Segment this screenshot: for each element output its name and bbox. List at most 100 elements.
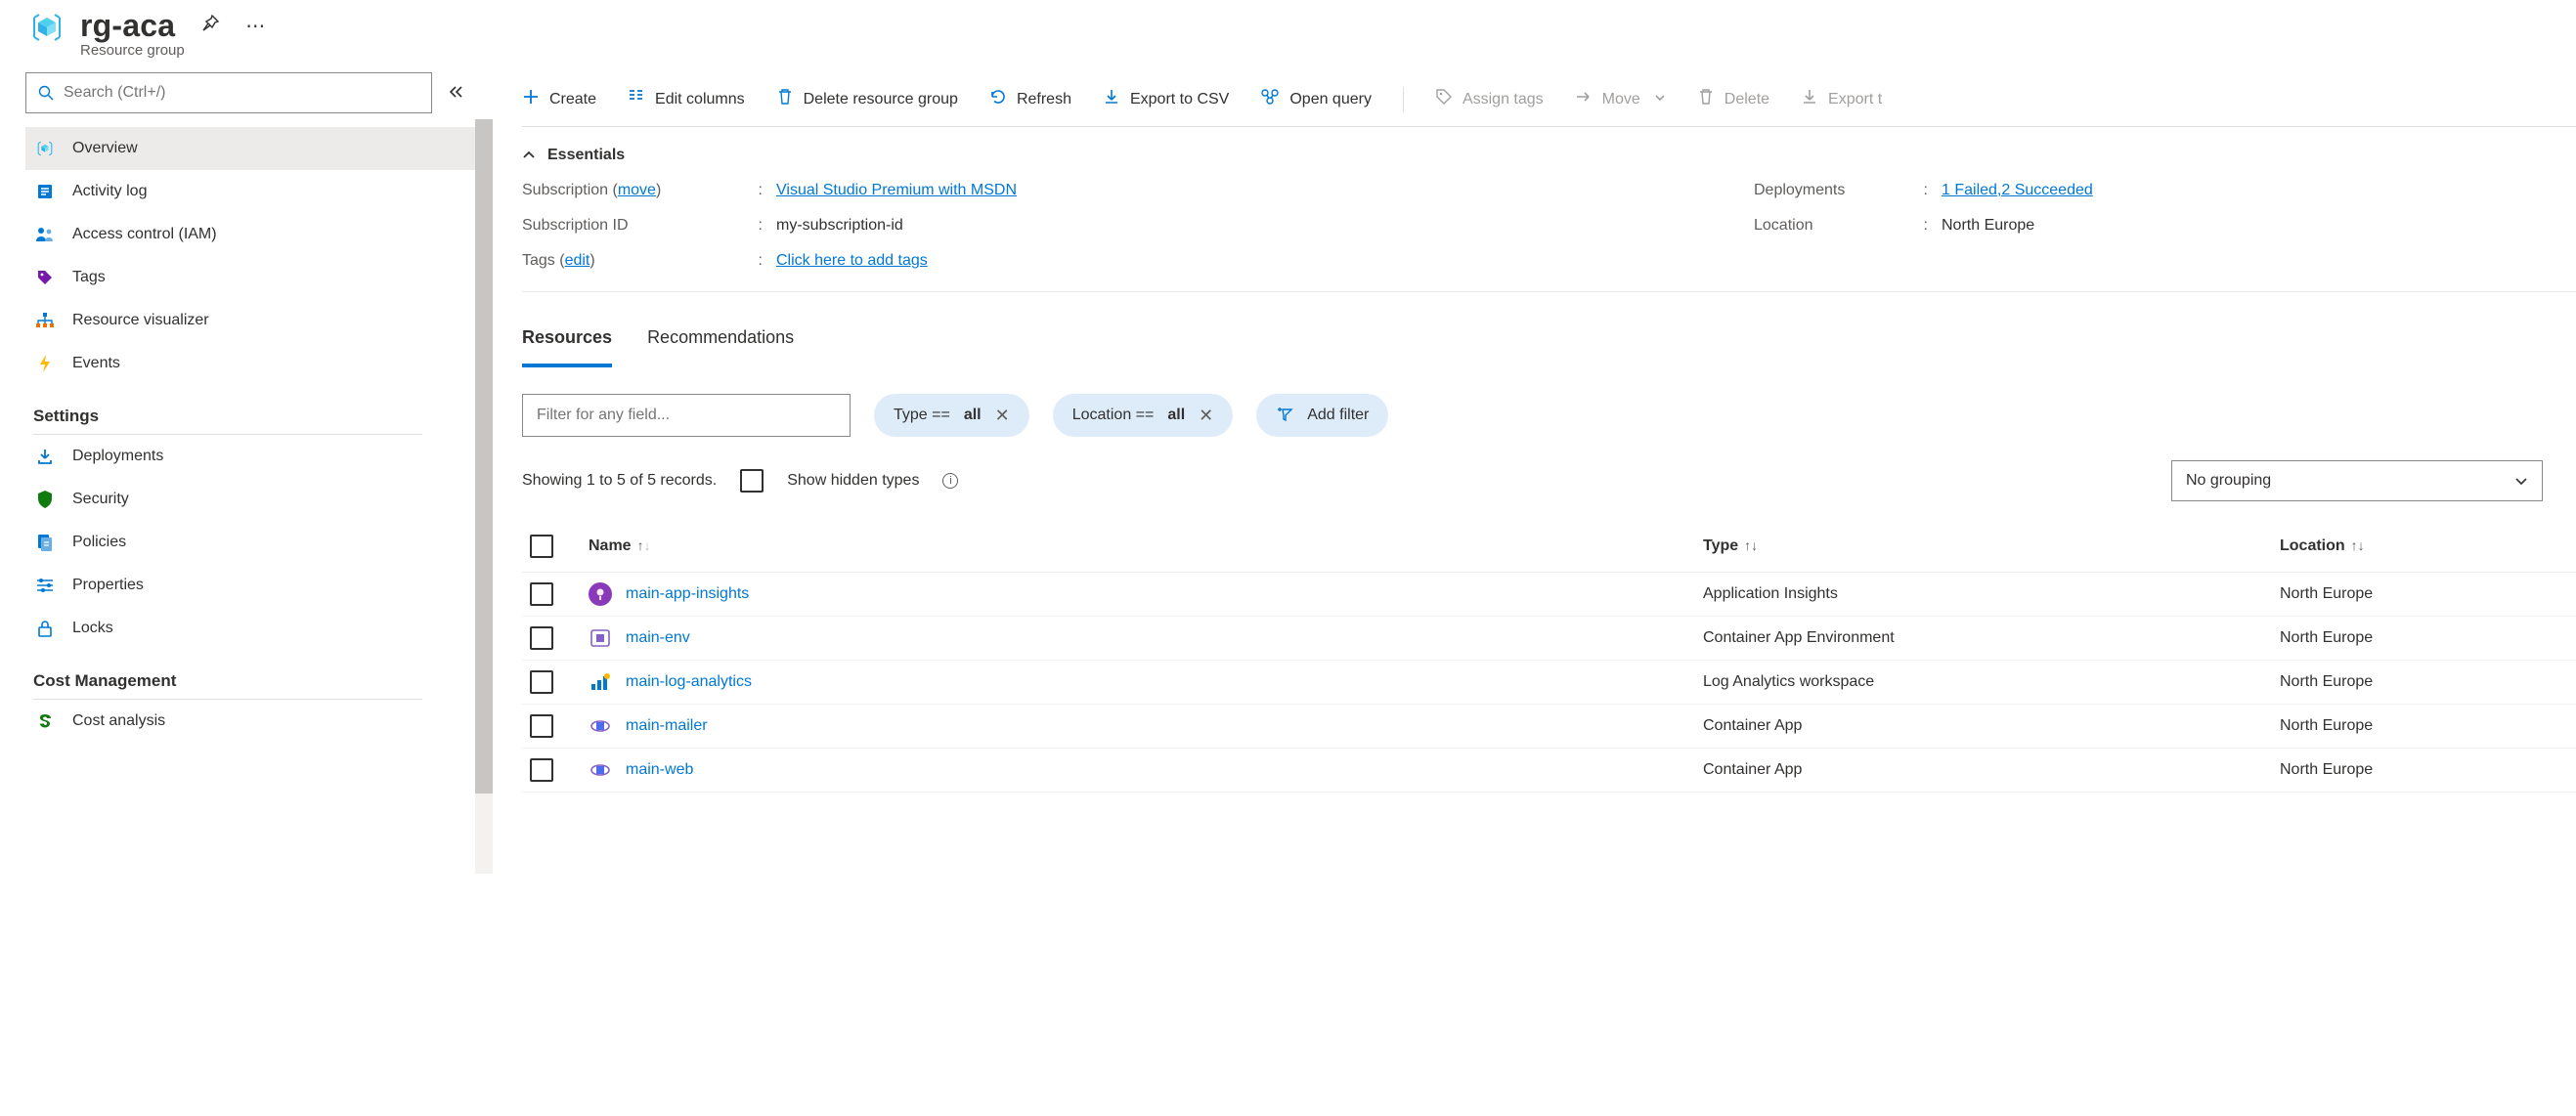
resource-group-icon bbox=[27, 8, 66, 47]
sidebar-search[interactable] bbox=[25, 72, 432, 113]
resource-visualizer-icon bbox=[33, 312, 57, 329]
sidebar-item-events[interactable]: Events bbox=[25, 342, 481, 385]
sidebar-item-label: Overview bbox=[72, 140, 138, 157]
tabs: Resources Recommendations bbox=[522, 318, 2576, 368]
sidebar-item-label: Cost analysis bbox=[72, 712, 165, 730]
create-button[interactable]: Create bbox=[522, 88, 596, 110]
deployments-link[interactable]: 1 Failed,2 Succeeded bbox=[1942, 182, 2093, 198]
scrollbar-thumb[interactable] bbox=[475, 119, 493, 794]
export-csv-button[interactable]: Export to CSV bbox=[1103, 88, 1229, 110]
sidebar-item-access-control[interactable]: Access control (IAM) bbox=[25, 213, 481, 256]
sidebar-item-label: Access control (IAM) bbox=[72, 226, 217, 243]
properties-icon bbox=[33, 578, 57, 593]
add-filter-button[interactable]: Add filter bbox=[1256, 394, 1388, 437]
sidebar-item-label: Events bbox=[72, 355, 120, 372]
sidebar-item-label: Properties bbox=[72, 577, 144, 594]
resource-type: Container App Environment bbox=[1695, 617, 2272, 661]
policies-icon bbox=[33, 533, 57, 552]
essentials-location-val: North Europe bbox=[1942, 217, 2576, 235]
tags-add-link[interactable]: Click here to add tags bbox=[776, 252, 928, 269]
show-hidden-checkbox[interactable] bbox=[740, 469, 764, 493]
resource-link[interactable]: main-app-insights bbox=[626, 585, 749, 603]
row-checkbox[interactable] bbox=[530, 626, 553, 650]
sidebar-item-label: Resource visualizer bbox=[72, 312, 209, 329]
sort-icon: ↑↓ bbox=[2351, 537, 2365, 553]
sort-icon: ↑↓ bbox=[637, 537, 651, 553]
tab-resources[interactable]: Resources bbox=[522, 318, 612, 367]
resource-type: Container App bbox=[1695, 705, 2272, 749]
table-row[interactable]: main-web Container AppNorth Europe bbox=[522, 749, 2576, 793]
sidebar-item-overview[interactable]: Overview bbox=[25, 127, 481, 170]
sidebar-item-locks[interactable]: Locks bbox=[25, 607, 481, 650]
search-icon bbox=[38, 85, 54, 101]
open-query-button[interactable]: Open query bbox=[1260, 88, 1372, 110]
pin-button[interactable] bbox=[200, 14, 220, 39]
column-header-name[interactable]: Name↑↓ bbox=[581, 521, 1695, 573]
subscription-link[interactable]: Visual Studio Premium with MSDN bbox=[776, 182, 1017, 198]
row-checkbox[interactable] bbox=[530, 670, 553, 694]
sidebar-item-tags[interactable]: Tags bbox=[25, 256, 481, 299]
resource-type: Application Insights bbox=[1695, 573, 2272, 617]
essentials-subscription-id-key: Subscription ID: bbox=[522, 217, 776, 235]
sidebar-item-label: Deployments bbox=[72, 448, 163, 465]
resource-location: North Europe bbox=[2272, 749, 2576, 793]
sidebar-item-security[interactable]: Security bbox=[25, 478, 481, 521]
page-header: rg-aca ⋯ Resource group bbox=[0, 0, 2576, 72]
delete-button: Delete bbox=[1697, 88, 1769, 110]
column-header-location[interactable]: Location↑↓ bbox=[2272, 521, 2576, 573]
tags-edit-link[interactable]: edit bbox=[565, 252, 590, 269]
resource-link[interactable]: main-log-analytics bbox=[626, 673, 752, 691]
resource-type: Container App bbox=[1695, 749, 2272, 793]
overview-icon bbox=[33, 139, 57, 158]
table-row[interactable]: main-app-insights Application InsightsNor… bbox=[522, 573, 2576, 617]
sidebar-item-resource-visualizer[interactable]: Resource visualizer bbox=[25, 299, 481, 342]
resource-location: North Europe bbox=[2272, 573, 2576, 617]
assign-tags-button: Assign tags bbox=[1435, 88, 1544, 110]
info-icon[interactable]: i bbox=[942, 473, 958, 489]
edit-columns-button[interactable]: Edit columns bbox=[628, 88, 745, 110]
close-icon[interactable]: ✕ bbox=[995, 406, 1010, 426]
row-checkbox[interactable] bbox=[530, 582, 553, 606]
sidebar-item-deployments[interactable]: Deployments bbox=[25, 435, 481, 478]
export-template-button: Export t bbox=[1801, 88, 1882, 110]
table-row[interactable]: main-log-analyticsLog Analytics workspac… bbox=[522, 661, 2576, 705]
filter-input[interactable] bbox=[522, 394, 851, 437]
tab-recommendations[interactable]: Recommendations bbox=[647, 318, 794, 367]
column-header-type[interactable]: Type↑↓ bbox=[1695, 521, 2272, 573]
sidebar: Overview Activity log Access control (IAM)… bbox=[0, 72, 493, 1116]
subscription-move-link[interactable]: move bbox=[618, 182, 656, 198]
filter-pill-location[interactable]: Location == all✕ bbox=[1053, 394, 1234, 437]
table-row[interactable]: main-mailerContainer AppNorth Europe bbox=[522, 705, 2576, 749]
records-summary-row: Showing 1 to 5 of 5 records. Show hidden… bbox=[522, 460, 2576, 501]
records-summary: Showing 1 to 5 of 5 records. bbox=[522, 472, 717, 490]
row-checkbox[interactable] bbox=[530, 714, 553, 738]
essentials-toggle[interactable]: Essentials bbox=[522, 147, 2576, 164]
collapse-sidebar-button[interactable] bbox=[448, 84, 463, 103]
select-all-checkbox[interactable] bbox=[530, 535, 553, 558]
refresh-button[interactable]: Refresh bbox=[989, 88, 1071, 110]
sidebar-item-cost-analysis[interactable]: Cost analysis bbox=[25, 700, 481, 743]
grouping-select[interactable]: No grouping bbox=[2171, 460, 2543, 501]
sidebar-item-activity-log[interactable]: Activity log bbox=[25, 170, 481, 213]
resource-link[interactable]: main-env bbox=[626, 629, 690, 647]
resource-link[interactable]: main-web bbox=[626, 761, 693, 779]
sidebar-scrollbar[interactable] bbox=[475, 119, 493, 874]
more-button[interactable]: ⋯ bbox=[245, 14, 265, 38]
essentials-subscription-key: Subscription (move): bbox=[522, 182, 776, 199]
table-row[interactable]: main-envContainer App EnvironmentNorth E… bbox=[522, 617, 2576, 661]
filter-bar: Type == all✕ Location == all✕ Add filter bbox=[522, 394, 2576, 437]
delete-resource-group-button[interactable]: Delete resource group bbox=[776, 88, 958, 110]
sidebar-item-label: Activity log bbox=[72, 183, 147, 200]
query-icon bbox=[1260, 88, 1280, 110]
sidebar-search-input[interactable] bbox=[64, 84, 419, 102]
row-checkbox[interactable] bbox=[530, 758, 553, 782]
sidebar-item-properties[interactable]: Properties bbox=[25, 564, 481, 607]
close-icon[interactable]: ✕ bbox=[1199, 406, 1213, 426]
filter-pill-type[interactable]: Type == all✕ bbox=[874, 394, 1029, 437]
sidebar-item-policies[interactable]: Policies bbox=[25, 521, 481, 564]
security-icon bbox=[33, 490, 57, 509]
show-hidden-label: Show hidden types bbox=[787, 472, 919, 490]
resource-location: North Europe bbox=[2272, 661, 2576, 705]
page-subtitle: Resource group bbox=[80, 42, 265, 59]
resource-link[interactable]: main-mailer bbox=[626, 717, 708, 735]
